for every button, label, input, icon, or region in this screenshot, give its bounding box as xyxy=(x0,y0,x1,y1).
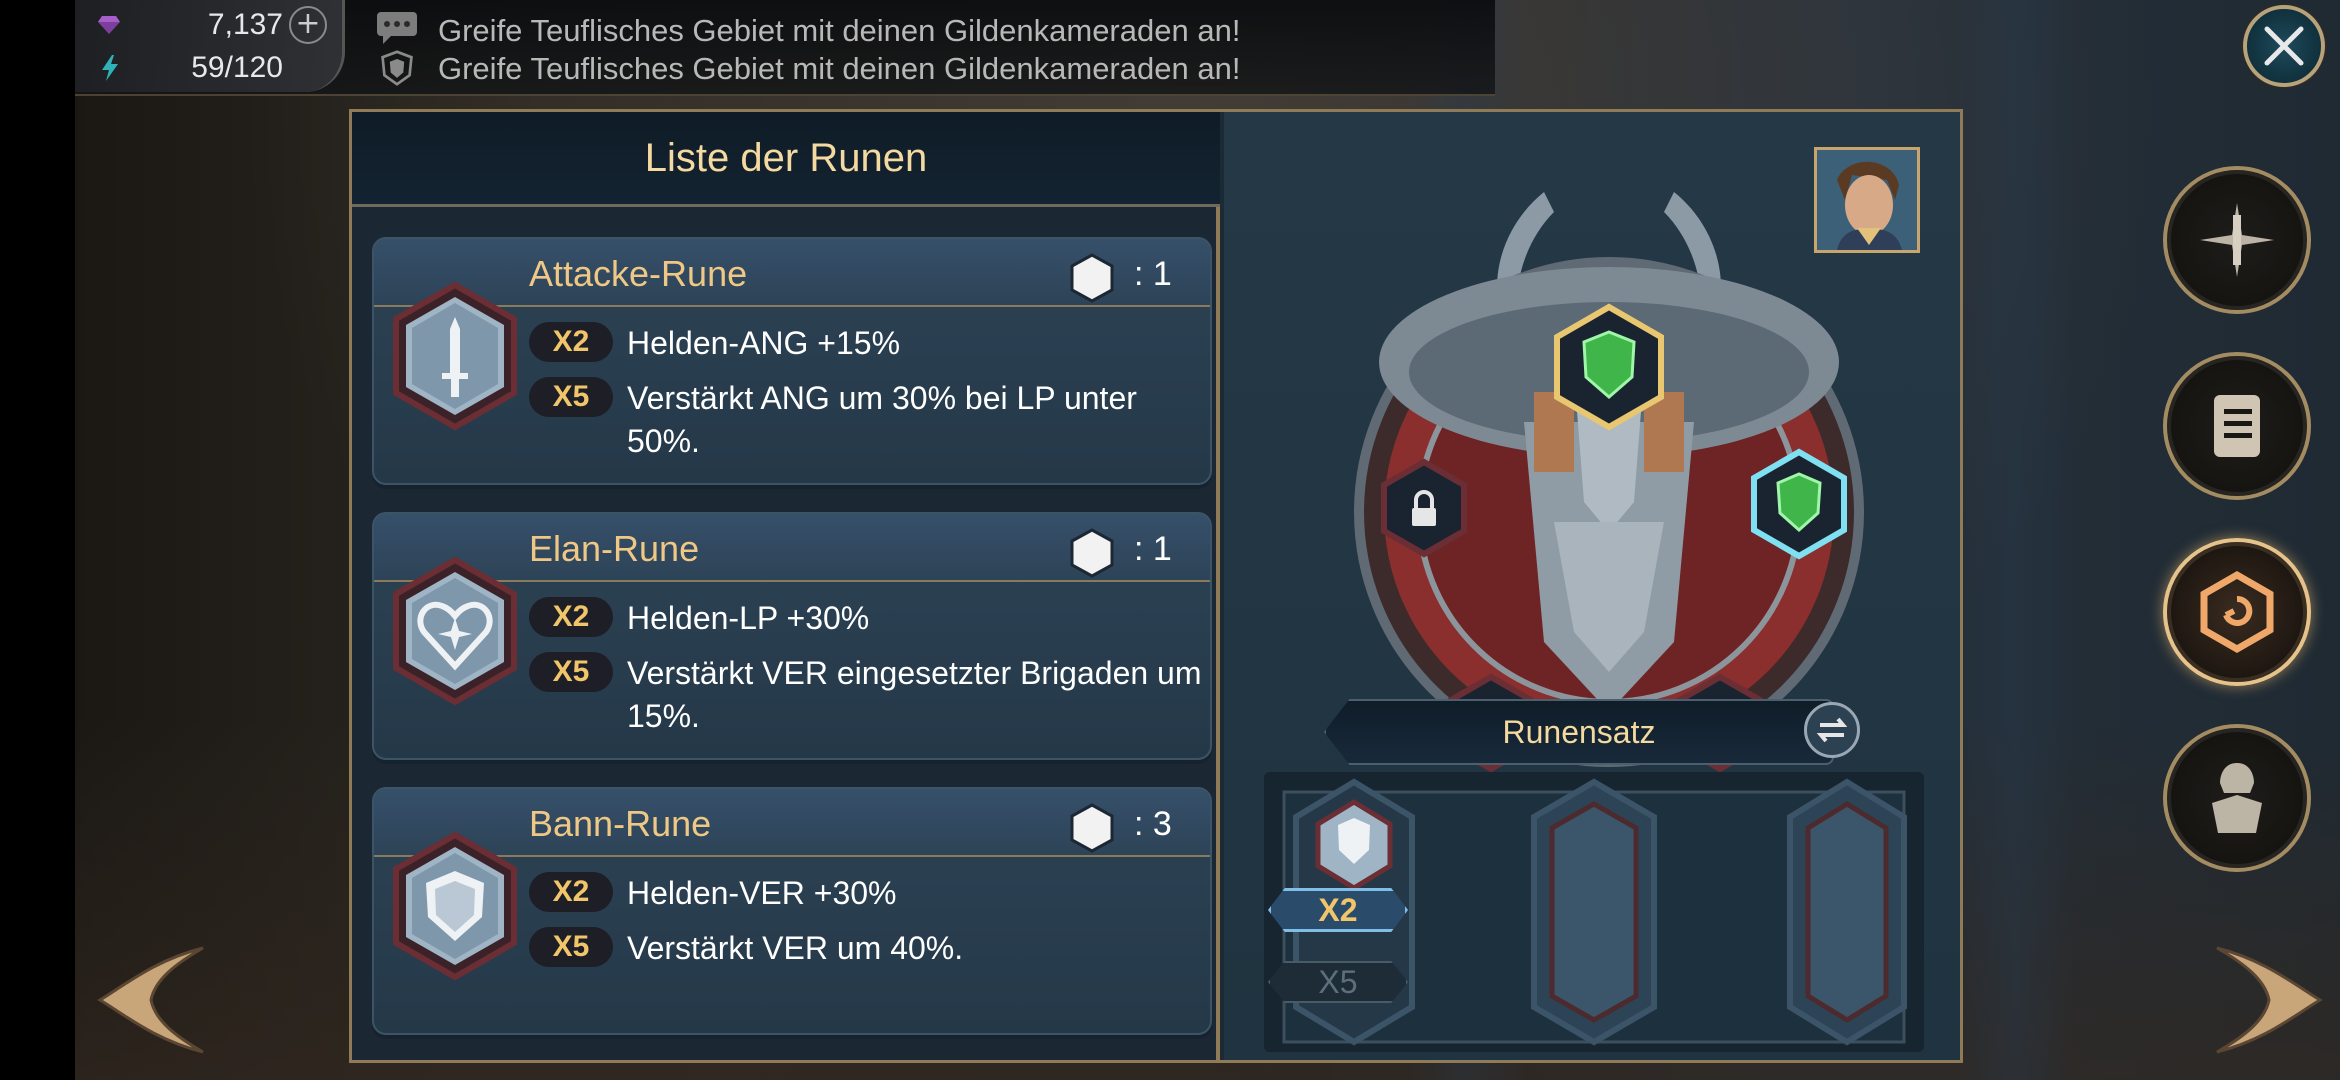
bonus-tag-x5: X5 xyxy=(529,927,613,967)
bonus-row: X2 Helden-VER +30% xyxy=(529,872,1207,915)
side-button-hero[interactable] xyxy=(2163,724,2311,872)
rune-slot-locked[interactable] xyxy=(1381,458,1467,558)
sword-icon xyxy=(393,281,517,431)
knight-icon xyxy=(2212,763,2262,833)
background-pillar xyxy=(1955,0,2075,1080)
shield-icon xyxy=(393,831,517,981)
screen-edge xyxy=(0,0,75,1080)
rune-hexagon-icon xyxy=(1070,528,1114,578)
swap-rune-set-button[interactable] xyxy=(1804,702,1860,758)
bonus-tag-x2: X2 xyxy=(529,872,613,912)
chat-bubble-icon[interactable] xyxy=(375,10,419,46)
crossed-swords-icon xyxy=(2200,203,2274,277)
rune-count: : 1 xyxy=(1134,530,1172,568)
side-button-runes[interactable] xyxy=(2163,538,2311,686)
energy-row: 59/120 xyxy=(90,48,335,88)
rune-set-slot-3[interactable] xyxy=(1787,778,1907,1046)
rune-card-attack[interactable]: Attacke-Rune : 1 X2 Helden-ANG +15% X5 V… xyxy=(372,237,1212,485)
rune-icon xyxy=(2200,570,2274,654)
side-button-attack[interactable] xyxy=(2163,166,2311,314)
bonus-row: X5 Verstärkt ANG um 30% bei LP unter 50%… xyxy=(529,377,1207,463)
energy-icon xyxy=(102,55,118,81)
rune-set-title: Runensatz xyxy=(1324,699,1834,765)
bonus-row: X5 Verstärkt VER eingesetzter Brigaden u… xyxy=(529,652,1207,738)
rune-slot-top[interactable] xyxy=(1554,303,1664,431)
add-gems-button[interactable]: + xyxy=(289,6,327,44)
bonus-tag-x5: X5 xyxy=(529,652,613,692)
chat-message[interactable]: Greife Teuflisches Gebiet mit deinen Gil… xyxy=(438,13,1240,49)
close-icon xyxy=(2264,26,2304,66)
bonus-text: Verstärkt ANG um 30% bei LP unter 50%. xyxy=(627,380,1137,459)
rune-count: : 1 xyxy=(1134,255,1172,293)
rune-name: Elan-Rune xyxy=(529,528,700,569)
bonus-tag-x2: X2 xyxy=(529,597,613,637)
bonus-tag-x2: X2 xyxy=(529,322,613,362)
rune-card-bann[interactable]: Bann-Rune : 3 X2 Helden-VER +30% X5 Vers… xyxy=(372,787,1212,1035)
rune-name: Attacke-Rune xyxy=(529,253,748,294)
rune-list-panel: Liste der Runen Attacke-Rune : 1 X2 Held… xyxy=(352,112,1220,1060)
previous-arrow-icon[interactable] xyxy=(95,940,215,1060)
bonus-row: X2 Helden-LP +30% xyxy=(529,597,1207,640)
bonus-text: Helden-ANG +15% xyxy=(627,325,901,361)
energy-value: 59/120 xyxy=(191,51,283,84)
hero-portrait[interactable] xyxy=(1814,147,1920,253)
chat-message[interactable]: Greife Teuflisches Gebiet mit deinen Gil… xyxy=(438,51,1240,87)
bonus-row: X2 Helden-ANG +15% xyxy=(529,322,1207,365)
set-bonus-x5: X5 xyxy=(1268,961,1408,1003)
resource-panel: 7,137 + 59/120 xyxy=(75,0,345,92)
heart-icon xyxy=(393,556,517,706)
scroll-icon xyxy=(2214,395,2260,457)
rune-list-title: Liste der Runen xyxy=(352,112,1220,207)
close-button[interactable] xyxy=(2243,5,2325,87)
bonus-text: Helden-LP +30% xyxy=(627,600,870,636)
bonus-text: Verstärkt VER eingesetzter Brigaden um 1… xyxy=(627,655,1202,734)
swap-icon xyxy=(1816,717,1848,743)
gems-row: 7,137 + xyxy=(90,5,335,45)
gem-icon xyxy=(98,16,120,34)
next-arrow-icon[interactable] xyxy=(2205,940,2325,1060)
rune-card-elan[interactable]: Elan-Rune : 1 X2 Helden-LP +30% X5 Verst… xyxy=(372,512,1212,760)
rune-hexagon-icon xyxy=(1070,253,1114,303)
rune-panel: Liste der Runen Attacke-Rune : 1 X2 Held… xyxy=(349,109,1963,1063)
rune-set-slot-2[interactable] xyxy=(1531,778,1657,1046)
guild-shield-icon[interactable] xyxy=(375,50,419,86)
side-button-scroll[interactable] xyxy=(2163,352,2311,500)
rune-slot-right[interactable] xyxy=(1751,448,1847,560)
bonus-text: Helden-VER +30% xyxy=(627,875,897,911)
rune-name: Bann-Rune xyxy=(529,803,712,844)
set-bonus-x2: X2 xyxy=(1268,888,1408,932)
hero-avatar-icon xyxy=(1817,150,1917,250)
rune-count: : 3 xyxy=(1134,805,1172,843)
rune-hexagon-icon xyxy=(1070,803,1114,853)
bonus-row: X5 Verstärkt VER um 40%. xyxy=(529,927,1207,970)
bonus-tag-x5: X5 xyxy=(529,377,613,417)
bonus-text: Verstärkt VER um 40%. xyxy=(627,930,964,966)
gems-value: 7,137 xyxy=(207,8,283,41)
